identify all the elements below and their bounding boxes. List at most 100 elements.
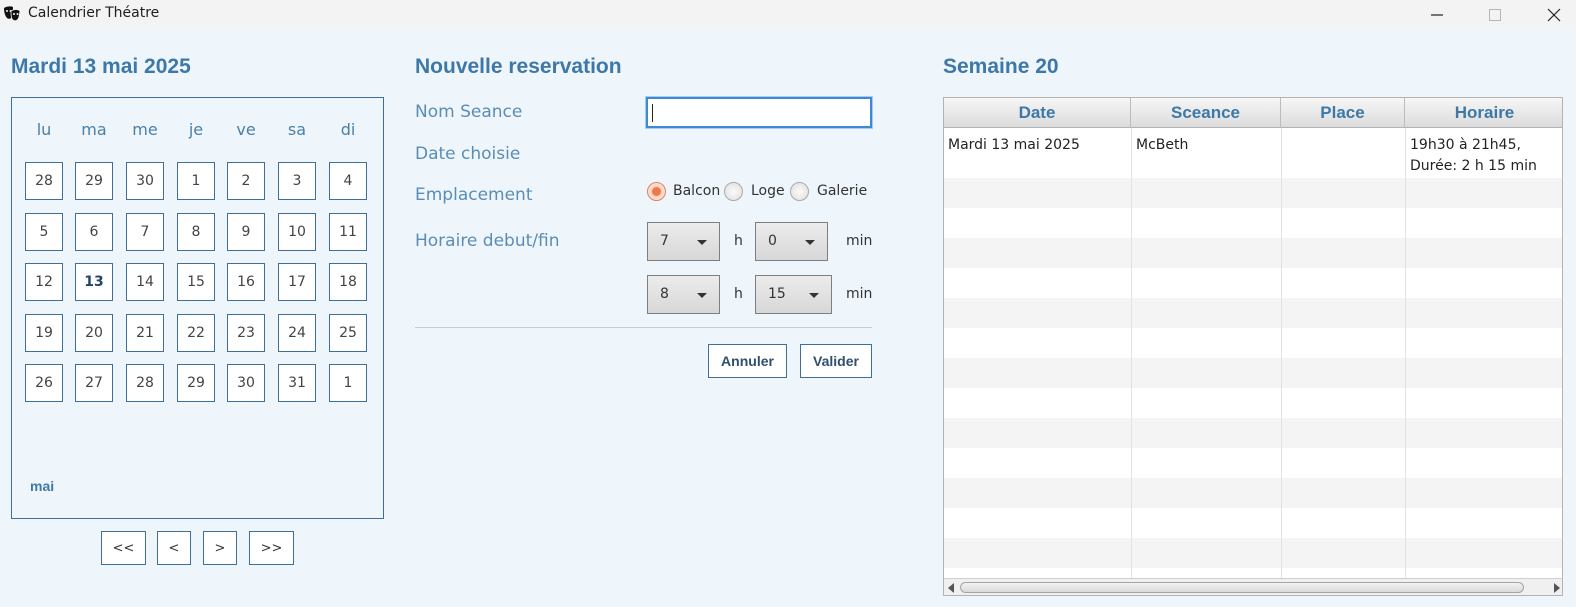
radio-balcon[interactable] [647, 182, 666, 201]
column-header-seance[interactable]: Sceance [1131, 98, 1281, 128]
day-cell[interactable]: 29 [75, 162, 113, 200]
day-cell[interactable]: 23 [227, 314, 265, 352]
radio-galerie[interactable] [790, 182, 809, 201]
table-row-empty [944, 508, 1562, 538]
table-row-empty [944, 208, 1562, 238]
horizontal-scrollbar[interactable] [944, 578, 1562, 595]
end-minute-value: 15 [768, 286, 786, 302]
column-header-place[interactable]: Place [1281, 98, 1405, 128]
day-cell[interactable]: 15 [177, 263, 215, 301]
cell-place [1282, 128, 1405, 142]
table-row-empty [944, 178, 1562, 208]
day-cell[interactable]: 20 [75, 314, 113, 352]
day-cell[interactable]: 1 [177, 162, 215, 200]
minimize-button[interactable] [1414, 0, 1460, 30]
day-cell-selected[interactable]: 13 [75, 263, 113, 301]
weekday-label: je [188, 120, 204, 139]
day-cell[interactable]: 30 [126, 162, 164, 200]
next-month-button[interactable]: > [203, 531, 237, 565]
maximize-button[interactable] [1472, 0, 1518, 30]
table-row-empty [944, 298, 1562, 328]
day-cell[interactable]: 18 [329, 263, 367, 301]
prev-month-button[interactable]: < [157, 531, 191, 565]
day-cell[interactable]: 28 [126, 364, 164, 402]
scroll-left-icon[interactable] [948, 583, 954, 593]
day-cell[interactable]: 2 [227, 162, 265, 200]
validate-button[interactable]: Valider [800, 344, 872, 378]
start-minute-select[interactable]: 0 [755, 222, 828, 261]
day-cell[interactable]: 11 [329, 213, 367, 251]
weekday-label: ve [236, 120, 256, 139]
table-row[interactable]: Mardi 13 mai 2025 McBeth 19h30 à 21h45, … [944, 128, 1562, 178]
form-heading: Nouvelle reservation [415, 55, 622, 78]
radio-loge-label[interactable]: Loge [751, 183, 785, 199]
hour-unit-label: h [734, 233, 743, 249]
chevron-down-icon [805, 240, 815, 245]
day-cell[interactable]: 9 [227, 213, 265, 251]
nom-seance-input[interactable] [646, 97, 872, 128]
column-header-horaire[interactable]: Horaire [1405, 98, 1562, 128]
table-row-empty [944, 478, 1562, 508]
nom-seance-label: Nom Seance [415, 102, 523, 122]
day-cell[interactable]: 31 [278, 364, 316, 402]
day-cell[interactable]: 24 [278, 314, 316, 352]
day-cell[interactable]: 6 [75, 213, 113, 251]
scrollbar-thumb[interactable] [960, 582, 1524, 593]
cell-date: Mardi 13 mai 2025 [948, 137, 1080, 153]
end-minute-select[interactable]: 15 [755, 275, 832, 314]
close-icon [1547, 8, 1561, 22]
cell-seance: McBeth [1136, 137, 1189, 153]
date-choisie-label: Date choisie [415, 144, 521, 164]
maximize-icon [1489, 9, 1501, 21]
weekday-label: ma [81, 120, 107, 139]
radio-loge[interactable] [724, 182, 743, 201]
day-cell[interactable]: 21 [126, 314, 164, 352]
table-row-empty [944, 238, 1562, 268]
day-cell[interactable]: 26 [25, 364, 63, 402]
prev-year-button[interactable]: << [101, 531, 146, 565]
column-header-date[interactable]: Date [944, 98, 1131, 128]
table-row-empty [944, 358, 1562, 388]
table-row-empty [944, 568, 1562, 578]
day-cell[interactable]: 29 [177, 364, 215, 402]
day-cell[interactable]: 17 [278, 263, 316, 301]
close-button[interactable] [1531, 0, 1576, 30]
horaire-label: Horaire debut/fin [415, 231, 560, 251]
cell-horaire-line-1: 19h30 à 21h45, [1410, 137, 1521, 153]
minute-unit-label: min [846, 233, 873, 249]
column-divider [1405, 128, 1406, 578]
day-cell[interactable]: 10 [278, 213, 316, 251]
day-cell[interactable]: 22 [177, 314, 215, 352]
day-cell[interactable]: 30 [227, 364, 265, 402]
day-cell[interactable]: 28 [25, 162, 63, 200]
day-cell[interactable]: 27 [75, 364, 113, 402]
day-cell[interactable]: 12 [25, 263, 63, 301]
day-cell[interactable]: 1 [329, 364, 367, 402]
chevron-down-icon [697, 240, 707, 245]
end-hour-value: 8 [660, 286, 669, 302]
scroll-right-icon[interactable] [1554, 583, 1560, 593]
day-cell[interactable]: 8 [177, 213, 215, 251]
end-hour-select[interactable]: 8 [647, 275, 720, 314]
month-label: mai [30, 478, 55, 494]
day-cell[interactable]: 3 [278, 162, 316, 200]
radio-galerie-label[interactable]: Galerie [817, 183, 867, 199]
weekday-label: sa [287, 120, 307, 139]
chevron-down-icon [697, 293, 707, 298]
day-cell[interactable]: 14 [126, 263, 164, 301]
day-cell[interactable]: 16 [227, 263, 265, 301]
day-cell[interactable]: 19 [25, 314, 63, 352]
start-hour-select[interactable]: 7 [647, 222, 720, 261]
start-minute-value: 0 [768, 233, 777, 249]
next-year-button[interactable]: >> [249, 531, 294, 565]
week-heading: Semaine 20 [943, 55, 1059, 78]
form-separator [415, 327, 872, 328]
day-cell[interactable]: 7 [126, 213, 164, 251]
day-cell[interactable]: 25 [329, 314, 367, 352]
table-header: Date Sceance Place Horaire [944, 98, 1562, 128]
radio-balcon-label[interactable]: Balcon [673, 183, 720, 199]
table-row-empty [944, 538, 1562, 568]
day-cell[interactable]: 4 [329, 162, 367, 200]
cancel-button[interactable]: Annuler [708, 344, 787, 378]
day-cell[interactable]: 5 [25, 213, 63, 251]
